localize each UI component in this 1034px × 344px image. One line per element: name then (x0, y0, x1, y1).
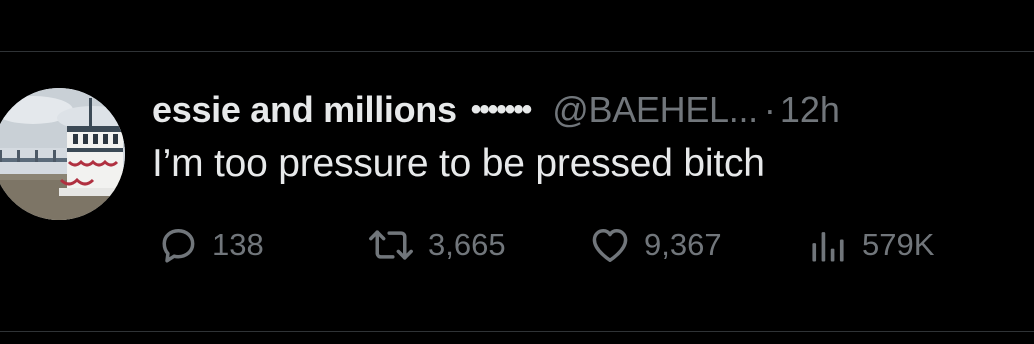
tweet-text: I’m too pressure to be pressed bitch (152, 142, 765, 185)
avatar[interactable] (0, 88, 125, 220)
user-handle[interactable]: @BAEHEL... (552, 89, 758, 131)
name-decoration: ••••••• (470, 93, 533, 126)
reply-count: 138 (212, 227, 264, 262)
top-divider (0, 51, 1034, 52)
heart-icon (588, 223, 632, 267)
views-button[interactable]: 579K (806, 222, 934, 268)
separator-dot: · (763, 89, 776, 130)
retweet-button[interactable]: 3,665 (366, 222, 506, 268)
reply-button[interactable]: 138 (156, 222, 264, 268)
tweet-header: essie and millions ••••••• @BAEHEL... · … (152, 88, 840, 132)
views-count: 579K (862, 227, 935, 262)
like-button[interactable]: 9,367 (588, 222, 722, 268)
action-bar: 138 3,665 9,367 579K (0, 222, 1034, 268)
avatar-image (0, 88, 125, 220)
retweet-icon (366, 223, 416, 267)
views-icon (806, 223, 850, 267)
timestamp[interactable]: 12h (780, 89, 840, 131)
like-count: 9,367 (644, 227, 722, 262)
retweet-count: 3,665 (428, 227, 506, 262)
display-name[interactable]: essie and millions (152, 89, 457, 131)
bottom-divider (0, 331, 1034, 332)
reply-icon (156, 223, 200, 267)
tweet-view: essie and millions ••••••• @BAEHEL... · … (0, 0, 1034, 344)
